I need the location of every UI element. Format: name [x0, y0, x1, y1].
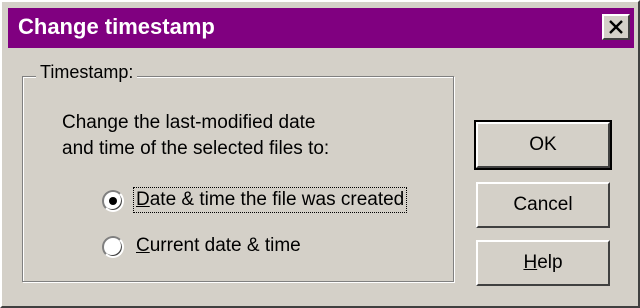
cancel-button-label: Cancel	[513, 194, 573, 215]
mnemonic-h: H	[523, 252, 538, 273]
mnemonic-c: C	[136, 235, 150, 256]
title-bar[interactable]: Change timestamp	[8, 8, 634, 48]
help-button[interactable]: Help	[476, 240, 610, 286]
change-timestamp-dialog: Change timestamp Timestamp: Change the l…	[0, 0, 640, 308]
cancel-button[interactable]: Cancel	[476, 182, 610, 228]
help-button-label-rest: elp	[537, 252, 563, 273]
description-text: Change the last-modified date and time o…	[62, 110, 329, 162]
radio-label-current-rest: urrent date & time	[149, 235, 301, 256]
radio-selected-dot	[109, 197, 117, 205]
radio-button-created[interactable]	[102, 190, 124, 212]
ok-button[interactable]: OK	[474, 120, 612, 170]
groupbox-label: Timestamp:	[36, 62, 138, 83]
dialog-title: Change timestamp	[18, 14, 215, 39]
radio-button-current[interactable]	[102, 236, 124, 258]
radio-label-current[interactable]: Current date & time	[134, 234, 303, 258]
help-button-label: Help	[523, 252, 562, 274]
description-line-2: and time of the selected files to:	[62, 138, 330, 159]
close-icon	[609, 20, 623, 34]
close-button[interactable]	[602, 14, 630, 40]
radio-label-created-rest: ate & time the file was created	[149, 189, 405, 210]
description-line-1: Change the last-modified date	[62, 112, 316, 133]
ok-button-label: OK	[529, 134, 557, 155]
radio-label-created[interactable]: Date & time the file was created	[132, 187, 408, 213]
mnemonic-d: D	[136, 189, 150, 210]
